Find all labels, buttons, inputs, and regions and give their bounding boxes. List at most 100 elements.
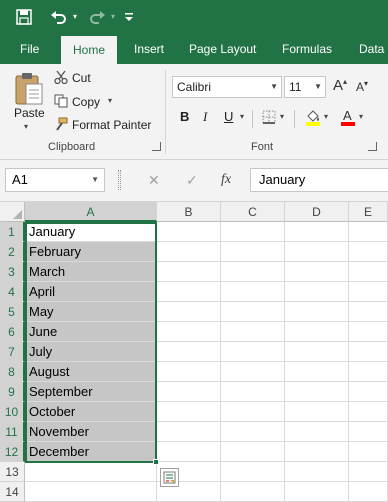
cell-b9[interactable]: [157, 382, 221, 402]
cell-b12[interactable]: [157, 442, 221, 462]
cell-c11[interactable]: [221, 422, 285, 442]
cell-d3[interactable]: [285, 262, 349, 282]
borders-dropdown-icon[interactable]: ▾: [280, 112, 284, 121]
font-size-combo[interactable]: 11 ▼: [284, 76, 326, 98]
copy-button[interactable]: Copy: [72, 95, 100, 109]
tab-formulas[interactable]: Formulas: [272, 34, 342, 64]
cut-button[interactable]: Cut: [72, 71, 91, 85]
cell-a11[interactable]: November: [25, 422, 157, 442]
cell-e12[interactable]: [349, 442, 388, 462]
row-header[interactable]: 1: [0, 222, 25, 242]
shrink-font-button[interactable]: A▾: [356, 79, 368, 94]
column-header-d[interactable]: D: [285, 202, 349, 222]
cell-d13[interactable]: [285, 462, 349, 482]
bold-button[interactable]: B: [180, 109, 189, 124]
cell-c7[interactable]: [221, 342, 285, 362]
cell-d7[interactable]: [285, 342, 349, 362]
select-all-button[interactable]: [0, 202, 25, 222]
column-header-b[interactable]: B: [157, 202, 221, 222]
row-header[interactable]: 11: [0, 422, 25, 442]
row-header[interactable]: 5: [0, 302, 25, 322]
cell-d2[interactable]: [285, 242, 349, 262]
quick-analysis-icon[interactable]: [160, 468, 179, 487]
row-header[interactable]: 12: [0, 442, 25, 462]
font-color-dropdown-icon[interactable]: ▾: [359, 112, 363, 121]
cell-b5[interactable]: [157, 302, 221, 322]
cell-b8[interactable]: [157, 362, 221, 382]
save-icon[interactable]: [14, 7, 34, 27]
paste-button[interactable]: Paste: [14, 106, 45, 120]
row-header[interactable]: 8: [0, 362, 25, 382]
formula-input[interactable]: January: [250, 168, 388, 192]
cell-d5[interactable]: [285, 302, 349, 322]
row-header[interactable]: 3: [0, 262, 25, 282]
fill-color-dropdown-icon[interactable]: ▾: [324, 112, 328, 121]
font-name-combo[interactable]: Calibri ▼: [172, 76, 282, 98]
clipboard-launcher-icon[interactable]: [152, 142, 161, 151]
cell-d8[interactable]: [285, 362, 349, 382]
cell-a13[interactable]: [25, 462, 157, 482]
cell-d4[interactable]: [285, 282, 349, 302]
tab-page-layout[interactable]: Page Layout: [179, 34, 266, 64]
cell-b2[interactable]: [157, 242, 221, 262]
cell-c8[interactable]: [221, 362, 285, 382]
undo-icon[interactable]: [48, 7, 70, 27]
cell-b6[interactable]: [157, 322, 221, 342]
row-header[interactable]: 7: [0, 342, 25, 362]
cell-e11[interactable]: [349, 422, 388, 442]
copy-dropdown-icon[interactable]: ▾: [108, 96, 112, 105]
column-header-e[interactable]: E: [349, 202, 388, 222]
cell-a7[interactable]: July: [25, 342, 157, 362]
insert-function-button[interactable]: fx: [221, 172, 231, 188]
paste-icon[interactable]: [12, 70, 48, 110]
column-header-c[interactable]: C: [221, 202, 285, 222]
cell-c2[interactable]: [221, 242, 285, 262]
tab-home[interactable]: Home: [61, 36, 117, 64]
cell-e2[interactable]: [349, 242, 388, 262]
cell-b3[interactable]: [157, 262, 221, 282]
formula-bar-splitter[interactable]: [118, 170, 121, 190]
cell-c3[interactable]: [221, 262, 285, 282]
cell-c9[interactable]: [221, 382, 285, 402]
cell-a3[interactable]: March: [25, 262, 157, 282]
paste-dropdown-icon[interactable]: ▾: [24, 122, 28, 131]
cell-a10[interactable]: October: [25, 402, 157, 422]
fill-handle[interactable]: [153, 459, 159, 465]
fill-color-icon[interactable]: [305, 108, 321, 129]
tab-data[interactable]: Data: [349, 34, 388, 64]
grow-font-button[interactable]: A▴: [333, 77, 347, 94]
cell-d12[interactable]: [285, 442, 349, 462]
undo-dropdown-icon[interactable]: ▾: [70, 7, 80, 27]
cell-c10[interactable]: [221, 402, 285, 422]
cell-e4[interactable]: [349, 282, 388, 302]
cell-e1[interactable]: [349, 222, 388, 242]
cell-e6[interactable]: [349, 322, 388, 342]
cell-b1[interactable]: [157, 222, 221, 242]
cell-d10[interactable]: [285, 402, 349, 422]
cell-d6[interactable]: [285, 322, 349, 342]
cell-c4[interactable]: [221, 282, 285, 302]
cell-e10[interactable]: [349, 402, 388, 422]
row-header[interactable]: 6: [0, 322, 25, 342]
font-color-icon[interactable]: A: [340, 108, 356, 129]
cell-a5[interactable]: May: [25, 302, 157, 322]
cell-e8[interactable]: [349, 362, 388, 382]
column-header-a[interactable]: A: [25, 202, 157, 222]
cell-e3[interactable]: [349, 262, 388, 282]
italic-button[interactable]: I: [203, 109, 207, 125]
row-header[interactable]: 4: [0, 282, 25, 302]
row-header[interactable]: 2: [0, 242, 25, 262]
cell-c14[interactable]: [221, 482, 285, 502]
cell-c5[interactable]: [221, 302, 285, 322]
enter-button[interactable]: ✓: [186, 172, 198, 189]
cell-b4[interactable]: [157, 282, 221, 302]
cell-e7[interactable]: [349, 342, 388, 362]
cell-d9[interactable]: [285, 382, 349, 402]
name-box[interactable]: A1 ▼: [5, 168, 105, 192]
cell-a4[interactable]: April: [25, 282, 157, 302]
cell-b7[interactable]: [157, 342, 221, 362]
cell-a9[interactable]: September: [25, 382, 157, 402]
cell-c13[interactable]: [221, 462, 285, 482]
row-header[interactable]: 13: [0, 462, 25, 482]
cell-a14[interactable]: [25, 482, 157, 502]
